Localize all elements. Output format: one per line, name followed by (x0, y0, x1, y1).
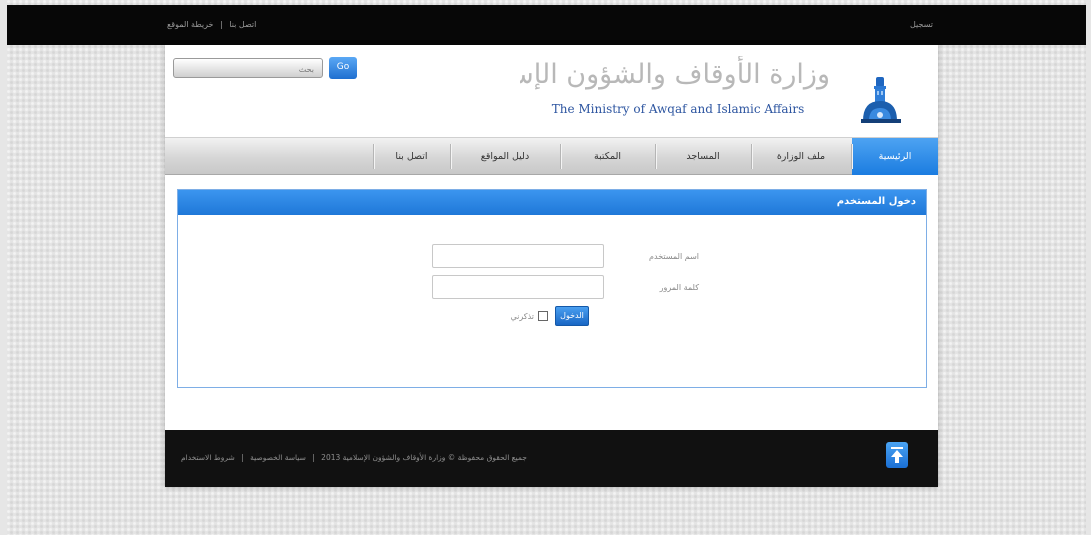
footer-terms-link[interactable]: شروط الاستخدام (181, 453, 235, 462)
nav-divider (851, 144, 852, 169)
username-field[interactable] (432, 244, 604, 268)
footer-privacy-link[interactable]: سياسة الخصوصية (250, 453, 306, 462)
search-input[interactable]: بحث (173, 58, 323, 78)
login-panel-title: دخول المستخدم (836, 196, 916, 207)
page-container: بحث Go وزارة الأوقاف والشؤون الإسلامية T… (165, 45, 938, 487)
nav-divider (450, 144, 451, 169)
login-panel: دخول المستخدم اسم المستخدم كلمة المرور ا… (177, 189, 927, 388)
ministry-logo-arabic: وزارة الأوقاف والشؤون الإسلامية (520, 59, 830, 90)
footer-text: جميع الحقوق محفوظة © وزارة الأوقاف والشؤ… (179, 453, 529, 462)
nav-contact-us[interactable]: اتصل بنا (373, 138, 450, 175)
username-label: اسم المستخدم (649, 252, 699, 261)
top-bar: اتصل بنا | خريطة الموقع تسجيل (7, 5, 1086, 45)
nav-divider (373, 144, 374, 169)
top-links: اتصل بنا | خريطة الموقع (165, 20, 258, 29)
ministry-emblem-icon (861, 77, 901, 123)
nav-divider (655, 144, 656, 169)
main-nav: الرئيسية ملف الوزارة المساجد المكتبة دلي… (165, 137, 938, 175)
remember-me-label: تذكرني (510, 312, 534, 321)
ministry-logo-english: The Ministry of Awqaf and Islamic Affair… (551, 102, 805, 116)
register-link[interactable]: تسجيل (910, 20, 933, 29)
nav-mosques[interactable]: المساجد (655, 138, 751, 175)
top-links-separator: | (220, 20, 223, 29)
footer-copyright: جميع الحقوق محفوظة © وزارة الأوقاف والشؤ… (321, 453, 527, 462)
contact-link[interactable]: اتصل بنا (229, 20, 256, 29)
arrow-up-icon (891, 447, 903, 463)
remember-me-checkbox[interactable] (538, 311, 548, 321)
footer-separator: | (241, 453, 244, 462)
back-to-top-button[interactable] (886, 442, 908, 468)
nav-divider (751, 144, 752, 169)
footer-separator: | (312, 453, 315, 462)
sitemap-link[interactable]: خريطة الموقع (167, 20, 213, 29)
nav-ministry-profile[interactable]: ملف الوزارة (751, 138, 851, 175)
nav-home[interactable]: الرئيسية (852, 138, 938, 175)
password-label: كلمة المرور (659, 283, 699, 292)
nav-library[interactable]: المكتبة (560, 138, 655, 175)
login-panel-header: دخول المستخدم (178, 190, 926, 215)
nav-sites-directory[interactable]: دليل المواقع (450, 138, 560, 175)
footer: جميع الحقوق محفوظة © وزارة الأوقاف والشؤ… (165, 430, 938, 487)
login-button[interactable]: الدخول (555, 306, 589, 326)
search-button[interactable]: Go (329, 57, 357, 79)
password-field[interactable] (432, 275, 604, 299)
nav-divider (560, 144, 561, 169)
